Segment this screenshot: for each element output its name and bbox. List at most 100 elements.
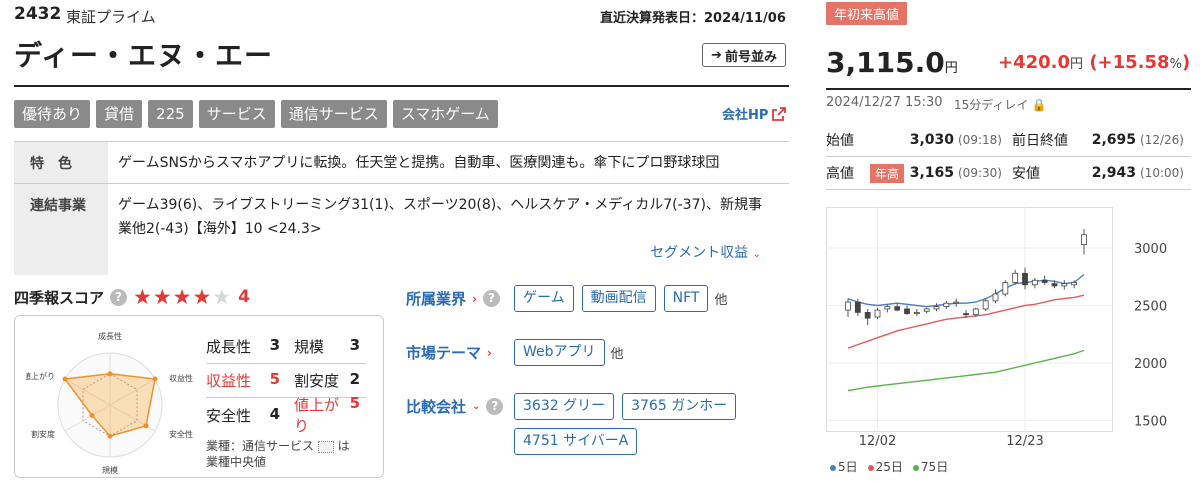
candle-body bbox=[992, 293, 999, 302]
score-item-value: 4 bbox=[269, 404, 280, 423]
price-chart[interactable]: 3000 2500 2000 1500 12/02 12/23 bbox=[826, 207, 1196, 457]
candle bbox=[943, 300, 950, 309]
delay-note: 15分ディレイ 🔒 bbox=[954, 96, 1046, 113]
tag-chip[interactable]: 動画配信 bbox=[581, 285, 656, 312]
legend-dot bbox=[867, 464, 874, 471]
candle-body bbox=[982, 300, 989, 310]
help-icon[interactable]: ? bbox=[110, 288, 128, 306]
ohlc-cell: 安値 2,943 (10:00) bbox=[1008, 163, 1190, 183]
candle-body bbox=[864, 312, 871, 319]
report-date: 直近決算発表日：2024/11/06 bbox=[600, 11, 786, 26]
candle-body bbox=[884, 306, 891, 310]
company-hp-label: 会社HP bbox=[722, 108, 769, 123]
score-item: 規模 3 bbox=[286, 336, 366, 357]
score-grid: 成長性 3 規模 3 収益性 5 割安度 2 安全性 4 値上がり 5 bbox=[206, 330, 366, 435]
radar-label: 安全性 bbox=[169, 429, 193, 439]
year-high-tag: 年高 bbox=[870, 163, 905, 183]
radar-point bbox=[62, 376, 68, 382]
chevron-right-icon: › bbox=[472, 291, 477, 306]
candle-body bbox=[1071, 282, 1078, 286]
score-row: 収益性 5 割安度 2 bbox=[206, 364, 366, 398]
segment-row: 連結事業 ゲーム39(6)、ライブストリーミング31(1)、スポーツ20(8)、… bbox=[14, 184, 789, 275]
candle-body bbox=[953, 301, 960, 304]
radar-point bbox=[107, 371, 113, 377]
legend-dot bbox=[830, 464, 836, 471]
ohlc-cell: 前日終値 2,695 (12/26) bbox=[1008, 130, 1190, 150]
score-note-median: 業種中央値 bbox=[206, 455, 267, 469]
legend-item: 75日 bbox=[912, 458, 948, 475]
tag-item[interactable]: 通信サービス bbox=[280, 100, 387, 128]
tag-item[interactable]: スマホゲーム bbox=[392, 100, 498, 128]
ohlc-label: 始値 bbox=[826, 133, 854, 149]
industry-chips: ゲーム 動画配信 NFT bbox=[514, 285, 709, 312]
score-row: 安全性 4 値上がり 5 bbox=[206, 394, 366, 435]
candle-body bbox=[1002, 282, 1009, 295]
tag-item[interactable]: 優待あり bbox=[14, 100, 91, 128]
score-item-value: 5 bbox=[269, 370, 280, 388]
price-unit: 円 bbox=[944, 61, 958, 76]
tag-chip[interactable]: ゲーム bbox=[514, 285, 574, 312]
score-item: 値上がり 5 bbox=[286, 394, 366, 436]
chart-legend: 5日 25日 75日 bbox=[830, 458, 948, 475]
feature-text: ゲームSNSからスマホアプリに転換。任天堂と提携。自動車、医療関連も。傘下にプロ… bbox=[118, 155, 720, 171]
segment-label: 連結事業 bbox=[14, 184, 108, 275]
tag-chip[interactable]: 4751 サイバーA bbox=[514, 428, 638, 455]
tag-item[interactable]: サービス bbox=[198, 100, 275, 128]
ohlc-time: (12/26) bbox=[1140, 133, 1184, 147]
ohlc-label: 前日終値 bbox=[1012, 133, 1068, 149]
chevron-right-icon: › bbox=[487, 345, 492, 360]
ohlc-label: 高値 bbox=[826, 166, 854, 182]
ohlc-table: 始値 3,030 (09:18) 前日終値 2,695 (12/26) 高値 年高 3,165 (… bbox=[826, 124, 1191, 190]
segment-link[interactable]: セグメント収益 ⌄ bbox=[118, 241, 769, 267]
ytd-high-badge: 年初来高値 bbox=[826, 2, 908, 25]
lock-icon: 🔒 bbox=[1031, 97, 1047, 112]
tag-chip[interactable]: 3765 ガンホー bbox=[622, 393, 737, 420]
tag-item[interactable]: 貸借 bbox=[96, 100, 143, 128]
tag-chip[interactable]: 3632 グリー bbox=[514, 393, 615, 420]
candle-body bbox=[1022, 272, 1028, 286]
help-icon[interactable]: ? bbox=[486, 398, 504, 415]
compare-label: 比較会社 bbox=[406, 398, 467, 416]
industry-link[interactable]: 所属業界 › ? bbox=[406, 288, 508, 309]
candle bbox=[1002, 280, 1009, 297]
compare-link[interactable]: 比較会社 ⌄ ? bbox=[406, 393, 508, 417]
y-tick-label: 1500 bbox=[1134, 415, 1167, 430]
change-value: +420.0 bbox=[998, 52, 1071, 73]
legend-label: 25日 bbox=[875, 460, 903, 474]
candle bbox=[845, 298, 851, 317]
tag-list: 優待あり 貸借 225 サービス 通信サービス スマホゲーム bbox=[14, 100, 498, 128]
candle-body bbox=[1051, 283, 1058, 287]
star-icon: ★ bbox=[133, 285, 153, 309]
delay-label: 15分ディレイ bbox=[954, 98, 1029, 112]
compare-chips: 3632 グリー 3765 ガンホー 4751 サイバーA bbox=[514, 393, 774, 455]
ma-line bbox=[847, 349, 1085, 392]
tag-chip[interactable]: NFT bbox=[663, 285, 709, 312]
legend-label: 5日 bbox=[838, 460, 858, 474]
tag-item[interactable]: 225 bbox=[148, 100, 193, 128]
score-note: 業種：通信サービス は 業種中央値 bbox=[206, 438, 350, 470]
divider bbox=[14, 85, 789, 87]
score-stars: ★★★★★ bbox=[133, 285, 232, 309]
tag-chip[interactable]: Webアプリ bbox=[514, 339, 605, 366]
score-item: 成長性 3 bbox=[206, 336, 286, 357]
y-tick-label: 2500 bbox=[1134, 300, 1167, 315]
company-hp-link[interactable]: 会社HP bbox=[722, 104, 787, 123]
ohlc-value: 3,030 bbox=[909, 132, 954, 148]
ohlc-time: (09:30) bbox=[958, 166, 1002, 180]
score-item-name: 成長性 bbox=[206, 338, 252, 356]
median-swatch bbox=[317, 440, 334, 453]
divider bbox=[826, 88, 1191, 90]
candle-body bbox=[963, 313, 969, 316]
help-icon[interactable]: ? bbox=[482, 290, 500, 307]
theme-link[interactable]: 市場テーマ › bbox=[406, 342, 508, 363]
prev-issue-button[interactable]: ➔ 前号並み bbox=[702, 43, 786, 67]
feature-row: 特 色 ゲームSNSからスマホアプリに転換。任天堂と提携。自動車、医療関連も。傘… bbox=[14, 142, 789, 184]
star-icon: ★ bbox=[152, 285, 173, 309]
score-item: 割安度 2 bbox=[286, 370, 366, 391]
score-header: 四季報スコア ? ★★★★★ 4 bbox=[14, 285, 250, 309]
company-name: ディー・エヌ・エー bbox=[14, 39, 274, 72]
candle bbox=[1081, 229, 1087, 255]
candle bbox=[933, 303, 940, 312]
chevron-down-icon: ⌄ bbox=[752, 249, 761, 260]
ohlc-time: (10:00) bbox=[1140, 166, 1184, 180]
